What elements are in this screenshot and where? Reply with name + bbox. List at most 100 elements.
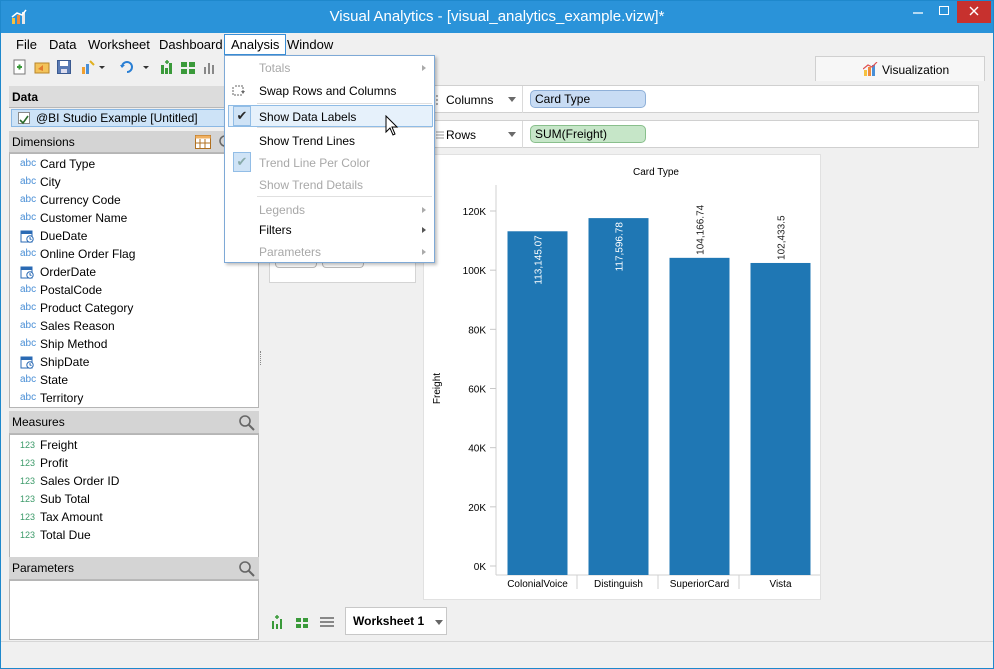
- x-tick-label: Vista: [769, 579, 791, 590]
- mouse-cursor-icon: [385, 115, 399, 136]
- visualization-tab[interactable]: Visualization: [815, 56, 985, 81]
- maximize-button[interactable]: [931, 1, 957, 23]
- menu-item-swap-rows-and-columns[interactable]: Swap Rows and Columns: [225, 80, 434, 102]
- measure-item[interactable]: 123 Sales Order ID: [10, 472, 258, 490]
- measures-title: Measures: [12, 415, 65, 429]
- menu-analysis[interactable]: Analysis: [224, 34, 287, 55]
- worksheet-tab-bar: Worksheet 1: [263, 607, 993, 637]
- add-dashboard-icon[interactable]: [180, 59, 196, 75]
- bar[interactable]: [750, 262, 811, 575]
- dimension-item[interactable]: abc Card Type: [10, 155, 258, 173]
- measures-header: Measures: [9, 411, 259, 434]
- x-tick-label: SuperiorCard: [670, 579, 729, 590]
- search-icon-2[interactable]: [238, 560, 255, 577]
- menu-item-show-data-labels[interactable]: ✔ Show Data Labels: [228, 105, 433, 127]
- splitter-handle[interactable]: [260, 351, 263, 365]
- refresh-icon[interactable]: [119, 59, 135, 75]
- tab-list-icon[interactable]: [320, 616, 334, 628]
- menu-dashboard[interactable]: Dashboard: [153, 36, 229, 55]
- dimension-label: Currency Code: [40, 193, 121, 207]
- menu-bar: File Data Worksheet Dashboard Analysis W…: [1, 33, 993, 55]
- data-source-item[interactable]: @BI Studio Example [Untitled]: [11, 109, 257, 127]
- close-button[interactable]: [957, 1, 991, 23]
- search-icon[interactable]: [238, 414, 255, 431]
- dimension-item[interactable]: abc State: [10, 371, 258, 389]
- dimension-item[interactable]: abc Product Category: [10, 299, 258, 317]
- shelf-divider-2: [522, 121, 523, 148]
- new-file-icon[interactable]: [12, 59, 28, 75]
- menu-data[interactable]: Data: [43, 36, 82, 55]
- checkbox-icon[interactable]: [18, 112, 30, 125]
- numeric-type-icon: 123: [20, 512, 36, 522]
- dimension-label: DueDate: [40, 229, 88, 243]
- measure-label: Sales Order ID: [40, 474, 120, 488]
- chart-type-icon[interactable]: [202, 59, 218, 75]
- y-tick-label: 0K: [474, 562, 487, 573]
- chart-area: Card Type Freight 0K 20K 40K 60K 80K 100K 120K Co…: [423, 154, 821, 600]
- bar[interactable]: [669, 257, 730, 575]
- parameters-list: [9, 580, 259, 640]
- dimension-item[interactable]: abc Sales Reason: [10, 317, 258, 335]
- dimension-item[interactable]: abc Currency Code: [10, 191, 258, 209]
- dimension-item[interactable]: abc Territory: [10, 389, 258, 407]
- menu-file[interactable]: File: [10, 36, 43, 55]
- rows-dropdown-icon[interactable]: [508, 132, 516, 137]
- dimension-label: City: [40, 175, 61, 189]
- y-tick-label: 80K: [468, 325, 486, 336]
- table-view-icon[interactable]: [195, 135, 211, 149]
- dimension-item[interactable]: abc Ship Method: [10, 335, 258, 353]
- chevron-down-icon-2[interactable]: [142, 59, 150, 75]
- calendar-icon: [20, 356, 34, 369]
- dimension-label: OrderDate: [40, 265, 97, 279]
- dimension-label: Customer Name: [40, 211, 128, 225]
- worksheet-tab-dropdown-icon[interactable]: [435, 620, 443, 625]
- drag-grip-icon: [436, 95, 438, 105]
- checkmark-icon: ✔: [233, 106, 251, 126]
- columns-pill[interactable]: Card Type: [530, 90, 646, 108]
- columns-label: Columns: [446, 93, 494, 107]
- dimension-label: Online Order Flag: [40, 247, 136, 261]
- measure-item[interactable]: 123 Freight: [10, 436, 258, 454]
- menu-item-label: Show Trend Lines: [259, 134, 356, 148]
- menu-worksheet[interactable]: Worksheet: [82, 36, 156, 55]
- menu-item-show-trend-lines[interactable]: Show Trend Lines: [225, 130, 434, 152]
- dimension-item[interactable]: abc PostalCode: [10, 281, 258, 299]
- wizard-icon[interactable]: [80, 59, 96, 75]
- columns-dropdown-icon[interactable]: [508, 97, 516, 102]
- measure-item[interactable]: 123 Profit: [10, 454, 258, 472]
- dimensions-header: Dimensions: [9, 131, 259, 153]
- submenu-arrow-icon: [422, 227, 426, 233]
- rows-pill[interactable]: SUM(Freight): [530, 125, 646, 143]
- new-worksheet-icon[interactable]: [271, 615, 285, 629]
- visualization-tab-label: Visualization: [882, 63, 950, 77]
- dimension-item[interactable]: abc Online Order Flag: [10, 245, 258, 263]
- chevron-down-icon[interactable]: [98, 59, 106, 75]
- dimension-item[interactable]: OrderDate: [10, 263, 258, 281]
- menu-item-legends: Legends: [225, 199, 434, 221]
- analysis-menu: Totals Swap Rows and Columns ✔ Show Data La…: [224, 55, 435, 263]
- worksheet-tab[interactable]: Worksheet 1: [345, 607, 447, 635]
- string-type-icon: abc: [20, 338, 37, 349]
- maximize-icon: [939, 6, 949, 15]
- new-dashboard-icon[interactable]: [295, 615, 309, 629]
- measure-item[interactable]: 123 Sub Total: [10, 490, 258, 508]
- measure-item[interactable]: 123 Total Due: [10, 526, 258, 544]
- dimension-label: Sales Reason: [40, 319, 115, 333]
- dimension-item[interactable]: abc Customer Name: [10, 209, 258, 227]
- open-folder-icon[interactable]: [34, 59, 50, 75]
- minimize-button[interactable]: [905, 1, 931, 23]
- columns-shelf[interactable]: Columns Card Type: [431, 85, 979, 113]
- menu-item-label: Swap Rows and Columns: [259, 84, 397, 98]
- parameters-title: Parameters: [12, 561, 75, 575]
- save-icon[interactable]: [56, 59, 72, 75]
- close-icon: [969, 6, 979, 16]
- menu-item-filters[interactable]: Filters: [225, 219, 434, 241]
- rows-shelf[interactable]: Rows SUM(Freight): [431, 120, 979, 148]
- dimension-item[interactable]: abc City: [10, 173, 258, 191]
- dimension-item[interactable]: ShipDate: [10, 353, 258, 371]
- dimensions-title: Dimensions: [12, 135, 75, 149]
- add-worksheet-icon[interactable]: [159, 59, 175, 75]
- measure-item[interactable]: 123 Tax Amount: [10, 508, 258, 526]
- menu-window[interactable]: Window: [281, 36, 339, 55]
- dimension-item[interactable]: DueDate: [10, 227, 258, 245]
